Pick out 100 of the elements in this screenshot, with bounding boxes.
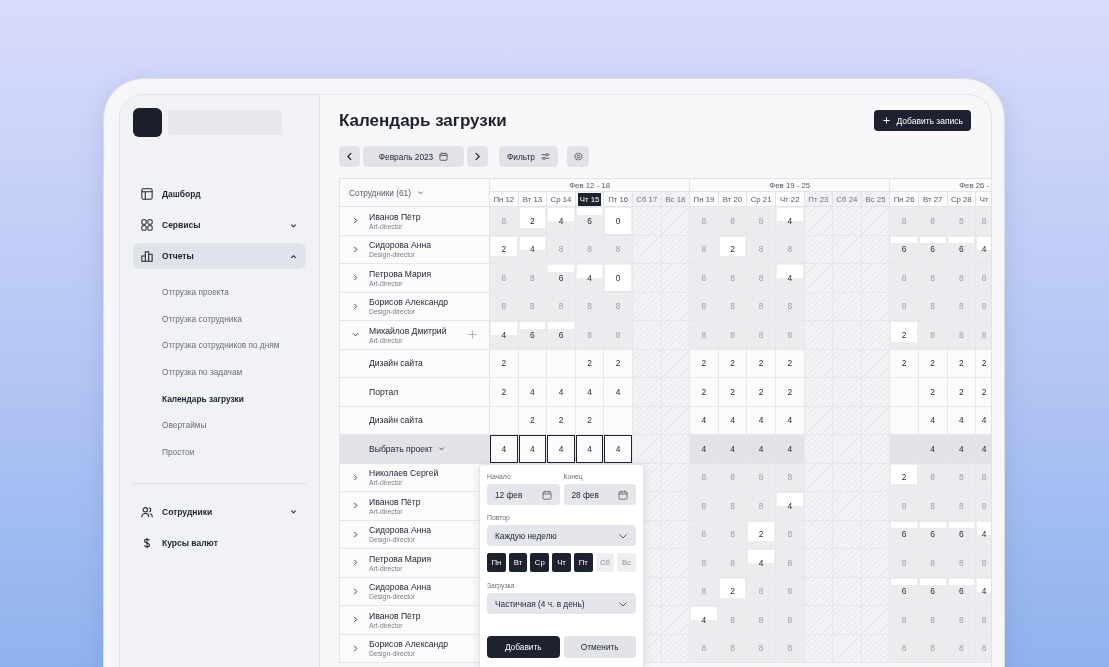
chevron-right-icon[interactable]	[352, 502, 359, 510]
sidebar-subitem[interactable]: Овертаймы	[162, 412, 306, 440]
hours-value[interactable]: 2	[587, 358, 592, 369]
chevron-right-icon[interactable]	[352, 274, 359, 282]
hours-value[interactable]: 4	[730, 415, 735, 426]
chevron-down-icon[interactable]	[352, 331, 359, 339]
hours-value[interactable]: 2	[981, 386, 987, 397]
hours-value[interactable]: 2	[930, 386, 936, 397]
chevron-right-icon[interactable]	[352, 217, 359, 225]
sidebar-subitem[interactable]: Отгрузка сотрудника	[162, 305, 306, 333]
sidebar-subitem[interactable]: Отгрузка сотрудников по дням	[162, 332, 306, 360]
hours-value[interactable]: 4	[758, 557, 764, 568]
hours-value[interactable]: 2	[587, 415, 592, 426]
hours-value[interactable]: 4	[758, 443, 764, 454]
end-date-field[interactable]: 28 фев	[563, 484, 636, 505]
hours-value[interactable]: 4	[981, 529, 987, 540]
hours-value[interactable]: 4	[701, 415, 707, 426]
add-entry-button[interactable]: Добавить запись	[874, 110, 971, 131]
hours-value[interactable]: 2	[730, 358, 735, 369]
hours-value[interactable]: 2	[730, 586, 735, 597]
hours-value[interactable]: 4	[787, 272, 793, 283]
hours-value[interactable]: 2	[758, 386, 764, 397]
hours-value[interactable]: 4	[701, 443, 707, 454]
chevron-right-icon[interactable]	[352, 530, 359, 538]
start-date-field[interactable]: 12 фев	[487, 484, 560, 505]
hours-value[interactable]: 4	[930, 443, 936, 454]
hours-value[interactable]: 2	[530, 415, 535, 426]
hours-value[interactable]: 2	[701, 386, 707, 397]
hours-value[interactable]: 4	[701, 614, 707, 625]
sidebar-subitem[interactable]: Отгрузка проекта	[162, 279, 306, 306]
hours-value[interactable]: 4	[615, 386, 621, 397]
hours-value[interactable]: 4	[758, 415, 764, 426]
hours-value[interactable]: 4	[787, 415, 793, 426]
hours-value[interactable]: 4	[958, 443, 964, 454]
hours-value[interactable]: 4	[530, 244, 535, 255]
hours-value[interactable]: 4	[501, 329, 507, 340]
hours-value[interactable]: 0	[615, 215, 621, 226]
hours-value[interactable]: 6	[558, 329, 564, 340]
chevron-right-icon[interactable]	[352, 587, 359, 595]
hours-value[interactable]: 2	[787, 358, 793, 369]
hours-value[interactable]: 2	[901, 329, 907, 340]
hours-value[interactable]: 2	[981, 358, 987, 369]
hours-value[interactable]: 2	[558, 415, 564, 426]
hours-value[interactable]: 4	[981, 443, 987, 454]
hours-value[interactable]: 4	[787, 443, 793, 454]
load-select[interactable]: Частичная (4 ч. в день)	[487, 593, 636, 614]
hours-value[interactable]: 4	[558, 215, 564, 226]
chevron-right-icon[interactable]	[352, 302, 359, 310]
project-select[interactable]: Выбрать проект	[352, 443, 445, 454]
chevron-right-icon[interactable]	[352, 245, 359, 253]
hours-value[interactable]: 6	[958, 529, 964, 540]
hours-value[interactable]: 2	[958, 358, 964, 369]
hours-value[interactable]: 2	[501, 386, 507, 397]
hours-value[interactable]: 4	[587, 272, 592, 283]
hours-value[interactable]: 2	[701, 358, 707, 369]
hours-value[interactable]: 4	[730, 443, 735, 454]
hours-value[interactable]: 4	[787, 215, 793, 226]
hours-value[interactable]: 6	[901, 529, 907, 540]
next-button[interactable]	[467, 146, 488, 167]
hours-value[interactable]: 6	[930, 586, 936, 597]
previous-button[interactable]	[339, 146, 360, 167]
hours-value[interactable]: 0	[615, 272, 621, 283]
hours-value[interactable]: 2	[730, 386, 735, 397]
employees-header[interactable]: Сотрудники (61)	[340, 179, 490, 206]
hours-value[interactable]: 6	[958, 586, 964, 597]
hours-value[interactable]: 2	[901, 358, 907, 369]
sidebar-item[interactable]: Отчеты	[133, 243, 306, 269]
filter-button[interactable]: Фильтр	[499, 146, 558, 167]
hours-value[interactable]: 2	[501, 358, 507, 369]
hours-value[interactable]: 6	[930, 529, 936, 540]
hours-value[interactable]: 4	[575, 435, 604, 463]
hours-value[interactable]: 4	[981, 586, 987, 597]
sidebar-item[interactable]: Сервисы	[133, 212, 306, 238]
hours-value[interactable]: 2	[930, 358, 936, 369]
hours-value[interactable]: 2	[530, 215, 535, 226]
settings-button[interactable]	[567, 146, 589, 167]
hours-value[interactable]: 6	[587, 215, 592, 226]
hours-value[interactable]: 4	[930, 415, 936, 426]
chevron-right-icon[interactable]	[352, 559, 359, 567]
hours-value[interactable]: 6	[901, 586, 907, 597]
hours-value[interactable]: 4	[490, 435, 518, 463]
add-button[interactable]: Добавить	[487, 636, 560, 658]
hours-value[interactable]: 6	[530, 329, 535, 340]
hours-value[interactable]: 6	[558, 272, 564, 283]
month-picker[interactable]: Февраль 2023	[363, 146, 464, 167]
hours-value[interactable]: 2	[501, 244, 507, 255]
chevron-right-icon[interactable]	[352, 616, 359, 624]
hours-value[interactable]: 2	[758, 358, 764, 369]
sidebar-subitem[interactable]: Простои	[162, 439, 306, 466]
hours-value[interactable]: 6	[901, 244, 907, 255]
hours-value[interactable]: 4	[530, 386, 535, 397]
hours-value[interactable]: 4	[547, 435, 575, 463]
hours-value[interactable]: 2	[901, 472, 907, 483]
sidebar-subitem[interactable]: Календарь загрузки	[162, 385, 306, 413]
hours-value[interactable]: 4	[787, 500, 793, 511]
sidebar-subitem[interactable]: Отгрузка по задачам	[162, 359, 306, 386]
hours-value[interactable]: 2	[958, 386, 964, 397]
hours-value[interactable]: 2	[787, 386, 793, 397]
hours-value[interactable]: 2	[730, 244, 735, 255]
chevron-right-icon[interactable]	[352, 644, 359, 652]
